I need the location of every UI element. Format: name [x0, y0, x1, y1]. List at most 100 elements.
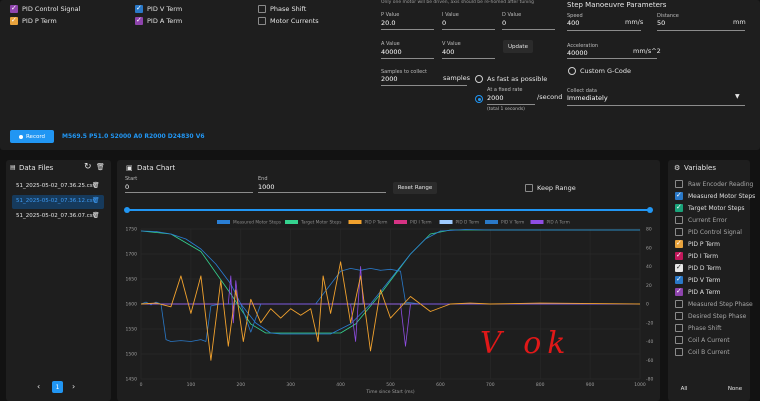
variable-item[interactable]: PID A Term: [675, 286, 720, 298]
legend-swatch: [217, 220, 230, 224]
samples-input[interactable]: 2000: [381, 75, 398, 83]
record-button[interactable]: Record: [10, 130, 54, 143]
variable-checkbox[interactable]: [675, 251, 683, 260]
rate-fixed-input[interactable]: 2000: [487, 94, 504, 102]
keep-range-label: Keep Range: [537, 184, 576, 192]
legend-swatch: [394, 220, 407, 224]
distance-input[interactable]: 50: [657, 19, 665, 27]
acceleration-input[interactable]: 40000: [567, 49, 588, 57]
pid-control-signal-label: PID Control Signal: [22, 5, 81, 13]
variable-checkbox[interactable]: [675, 203, 683, 212]
tuning-note: Only one motor will be driven, axis shou…: [381, 0, 535, 5]
motor-currents-label: Motor Currents: [270, 17, 319, 25]
variable-item[interactable]: Desired Step Phase: [675, 310, 746, 322]
file-item[interactable]: 51_2025-05-02_07.36.07.csv 🗑: [12, 211, 104, 223]
delete-file-icon[interactable]: 🗑: [92, 197, 100, 204]
custom-gcode-radio[interactable]: [568, 67, 576, 75]
d-value-input[interactable]: 0: [502, 19, 506, 27]
v-value-input[interactable]: 400: [442, 48, 454, 56]
select-none-button[interactable]: None: [724, 383, 746, 395]
variable-checkbox[interactable]: [675, 300, 683, 308]
y-right-tick-label: 0: [646, 302, 649, 308]
variable-item[interactable]: PID P Term: [675, 238, 720, 250]
speed-input[interactable]: 400: [567, 19, 579, 27]
variable-item[interactable]: Measured Step Phase: [675, 298, 753, 310]
variable-checkbox[interactable]: [675, 180, 683, 188]
refresh-icon[interactable]: ↻: [84, 162, 92, 172]
p-value-input[interactable]: 20.0: [381, 19, 395, 27]
y-left-tick-label: 1550: [126, 327, 138, 333]
variable-item[interactable]: Measured Motor Steps: [675, 190, 755, 202]
chevron-down-icon[interactable]: ▼: [735, 93, 740, 100]
select-all-button[interactable]: All: [673, 383, 695, 395]
variable-checkbox[interactable]: [675, 312, 683, 320]
legend-swatch: [439, 220, 453, 224]
acceleration-unit: mm/s^2: [633, 47, 661, 55]
variable-item[interactable]: PID D Term: [675, 262, 721, 274]
a-value-underline: [381, 58, 434, 59]
pid-control-signal-checkbox[interactable]: [10, 4, 18, 13]
next-page-icon[interactable]: ›: [72, 382, 75, 391]
a-value-input[interactable]: 40000: [381, 48, 402, 56]
delete-file-icon[interactable]: 🗑: [92, 182, 100, 189]
reset-range-button[interactable]: Reset Range: [393, 182, 437, 194]
speed-underline: [567, 30, 641, 31]
pid-p-term-checkbox[interactable]: [10, 16, 18, 25]
variable-label: Phase Shift: [688, 324, 722, 332]
variable-checkbox[interactable]: [675, 348, 683, 356]
y-right-tick-label: 80: [646, 227, 652, 233]
file-list-icon: ▤: [10, 164, 16, 171]
i-value-input[interactable]: 0: [442, 19, 446, 27]
rate-fast-radio[interactable]: [475, 75, 483, 83]
variable-item[interactable]: Raw Encoder Reading: [675, 178, 753, 190]
delete-file-icon[interactable]: 🗑: [92, 212, 100, 219]
v-value-label: V Value: [442, 41, 461, 47]
variable-checkbox[interactable]: [675, 324, 683, 332]
phase-shift-checkbox[interactable]: [258, 5, 266, 13]
variable-item[interactable]: PID Control Signal: [675, 226, 742, 238]
delete-all-icon[interactable]: 🗑: [96, 163, 105, 171]
variable-item[interactable]: PID V Term: [675, 274, 720, 286]
start-label: Start: [125, 176, 138, 182]
end-input[interactable]: 1000: [258, 183, 275, 191]
legend-label: PID A Term: [547, 220, 570, 226]
file-item[interactable]: 51_2025-05-02_07.36.25.csv 🗑: [12, 181, 104, 193]
update-button[interactable]: Update: [503, 40, 533, 53]
variable-item[interactable]: PID I Term: [675, 250, 718, 262]
variable-checkbox[interactable]: [675, 191, 683, 200]
variable-item[interactable]: Phase Shift: [675, 322, 721, 334]
variable-checkbox[interactable]: [675, 263, 683, 272]
prev-page-icon[interactable]: ‹: [37, 382, 40, 391]
file-item-selected[interactable]: 51_2025-05-02_07.36.12.csv 🗑: [12, 195, 104, 209]
p-value-label: P Value: [381, 12, 400, 18]
variable-checkbox[interactable]: [675, 275, 683, 284]
variable-checkbox[interactable]: [675, 228, 683, 236]
variable-checkbox[interactable]: [675, 287, 683, 296]
variable-label: PID V Term: [688, 276, 721, 284]
y-right-tick-label: 60: [646, 245, 652, 251]
variable-item[interactable]: Coil B Current: [675, 346, 730, 358]
start-input[interactable]: 0: [125, 183, 129, 191]
record-command: M569.5 P51.0 S2000 A0 R2000 D24830 V6: [62, 133, 205, 140]
collect-select[interactable]: Immediately: [567, 94, 608, 102]
variable-checkbox[interactable]: [675, 336, 683, 344]
variable-checkbox[interactable]: [675, 216, 683, 224]
y-left-tick-label: 1650: [126, 277, 138, 283]
pid-v-term-checkbox[interactable]: [135, 4, 143, 13]
y-left-tick-label: 1500: [126, 352, 138, 358]
range-slider-track[interactable]: [127, 209, 650, 211]
p-value-underline: [381, 29, 434, 30]
variable-item[interactable]: Current Error: [675, 214, 727, 226]
pid-v-term-label: PID V Term: [147, 5, 183, 13]
variable-item[interactable]: Target Motor Steps: [675, 202, 745, 214]
variable-checkbox[interactable]: [675, 239, 683, 248]
keep-range-checkbox[interactable]: [525, 184, 533, 192]
variable-item[interactable]: Coil A Current: [675, 334, 730, 346]
motor-currents-checkbox[interactable]: [258, 17, 266, 25]
page-number-button[interactable]: 1: [52, 381, 63, 393]
a-value-label: A Value: [381, 41, 400, 47]
x-tick-label: 700: [486, 382, 495, 388]
rate-fixed-radio[interactable]: [475, 95, 483, 103]
y-right-tick-label: -40: [646, 339, 653, 345]
pid-a-term-checkbox[interactable]: [135, 16, 143, 25]
